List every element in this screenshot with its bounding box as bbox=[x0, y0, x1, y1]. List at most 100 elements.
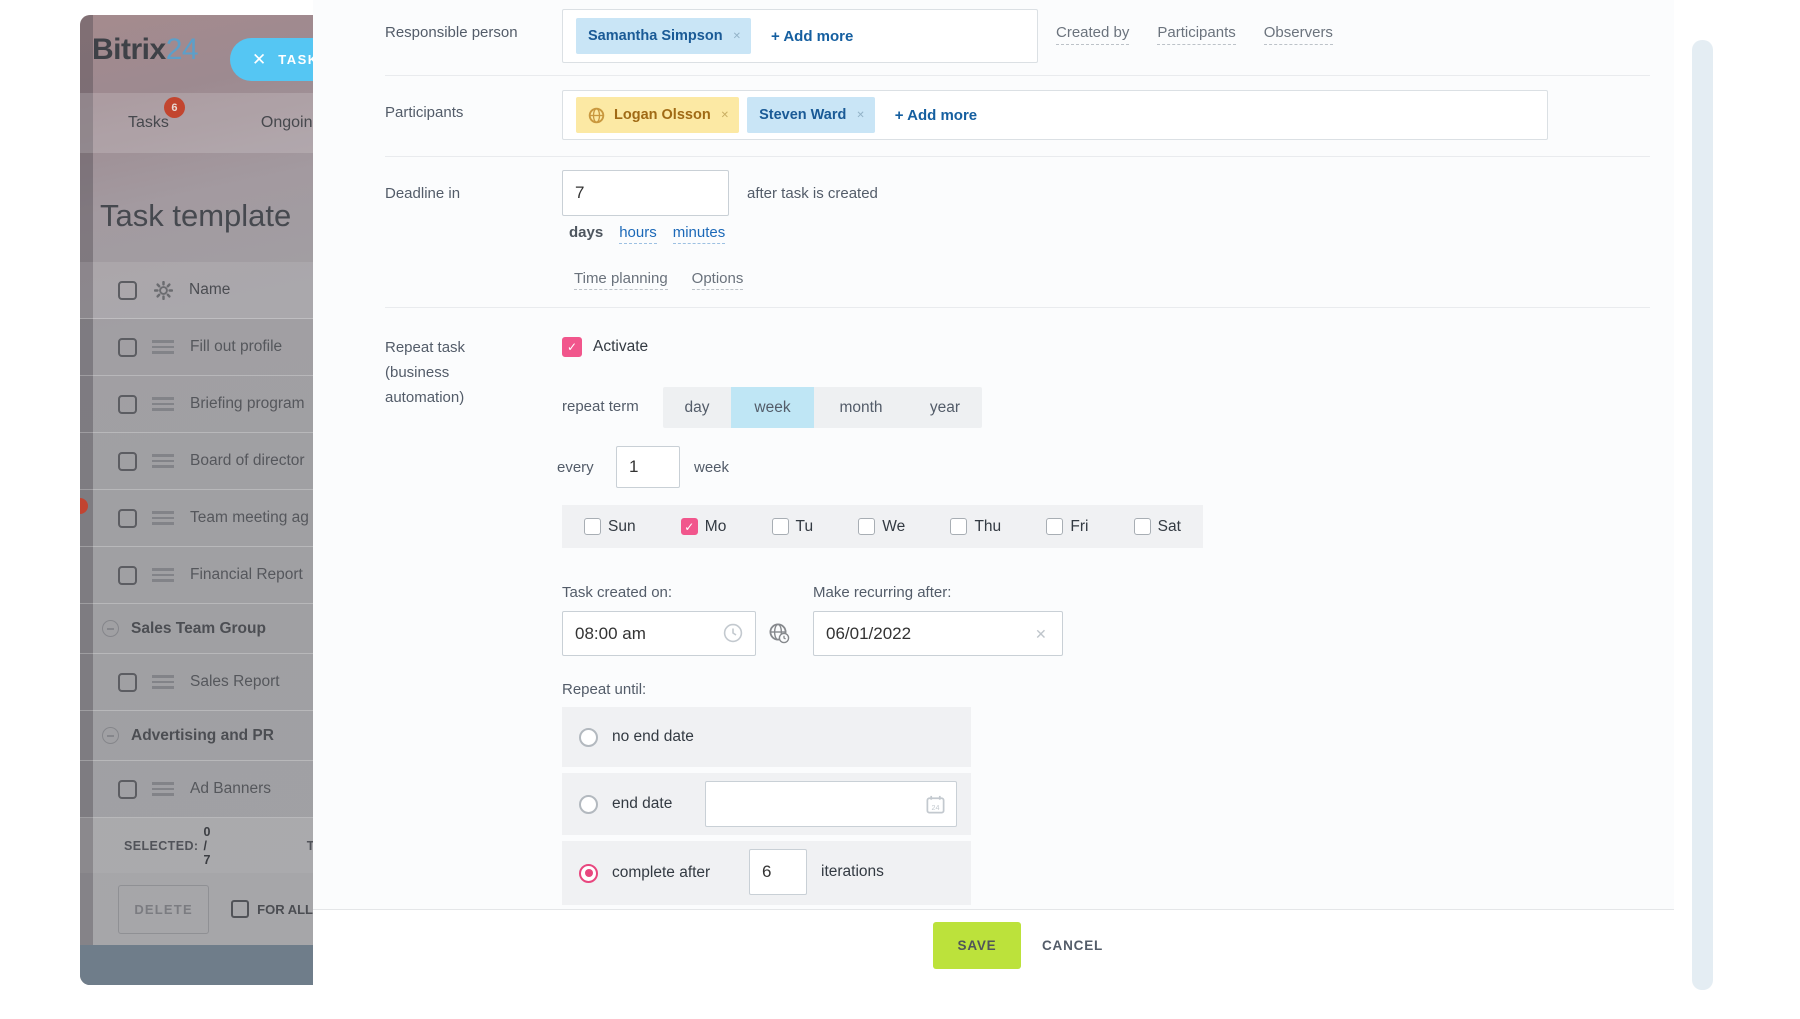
weekday-fri[interactable]: Fri bbox=[1046, 518, 1088, 536]
row-checkbox bbox=[118, 452, 137, 471]
scrollbar-track[interactable] bbox=[1692, 40, 1713, 990]
make-recurring-after-label: Make recurring after: bbox=[813, 584, 951, 601]
bottom-strip bbox=[80, 945, 313, 985]
participant-chip[interactable]: Steven Ward ✕ bbox=[747, 97, 875, 133]
group-row: Advertising and PR bbox=[80, 711, 313, 761]
background-tabs: Tasks 6 Ongoing bbox=[80, 93, 313, 153]
column-header-name: Name bbox=[189, 281, 230, 299]
weekday-mo[interactable]: ✓Mo bbox=[681, 518, 727, 536]
cancel-button[interactable]: CANCEL bbox=[1042, 922, 1103, 969]
drag-handle-icon bbox=[152, 779, 174, 799]
radio-no-end-date[interactable] bbox=[579, 728, 598, 747]
option-no-end-date[interactable]: no end date bbox=[562, 707, 971, 767]
participant-chip[interactable]: Logan Olsson ✕ bbox=[576, 97, 739, 133]
end-date-input[interactable] bbox=[705, 781, 957, 827]
options-link[interactable]: Options bbox=[692, 270, 744, 290]
activate-label: Activate bbox=[593, 338, 648, 356]
remove-chip-icon[interactable]: ✕ bbox=[733, 31, 741, 42]
table-row: Financial Report bbox=[80, 547, 313, 604]
svg-text:24: 24 bbox=[932, 804, 940, 812]
radio-end-date[interactable] bbox=[579, 795, 598, 814]
term-day[interactable]: day bbox=[663, 387, 731, 428]
for-all-option: FOR ALL bbox=[231, 900, 313, 918]
divider bbox=[385, 75, 1650, 76]
divider bbox=[385, 307, 1650, 308]
tab-observers[interactable]: Observers bbox=[1264, 24, 1333, 45]
every-value-input[interactable] bbox=[616, 446, 680, 488]
weekday-tu[interactable]: Tu bbox=[772, 518, 814, 536]
add-participant-button[interactable]: + Add more bbox=[895, 107, 977, 124]
unit-minutes[interactable]: minutes bbox=[673, 224, 726, 244]
row-checkbox bbox=[118, 780, 137, 799]
activate-checkbox[interactable]: ✓ bbox=[562, 337, 582, 357]
drag-handle-icon bbox=[152, 508, 174, 528]
table-row: Team meeting ag bbox=[80, 490, 313, 547]
term-year[interactable]: year bbox=[908, 387, 982, 428]
drag-handle-icon bbox=[152, 337, 174, 357]
row-checkbox bbox=[118, 673, 137, 692]
divider bbox=[385, 156, 1650, 157]
drag-handle-icon bbox=[152, 394, 174, 414]
participants-label: Participants bbox=[385, 104, 463, 121]
remove-chip-icon[interactable]: ✕ bbox=[721, 110, 729, 121]
every-label: every bbox=[557, 459, 594, 476]
weekday-bar: Sun ✓Mo Tu We Thu Fri Sat bbox=[562, 505, 1203, 548]
deadline-value-input[interactable] bbox=[562, 170, 729, 216]
row-checkbox bbox=[118, 566, 137, 585]
responsible-chip[interactable]: Samantha Simpson ✕ bbox=[576, 18, 751, 54]
task-template-form-panel: Responsible person Samantha Simpson ✕ + … bbox=[313, 0, 1674, 910]
weekday-thu[interactable]: Thu bbox=[950, 518, 1001, 536]
unit-days[interactable]: days bbox=[569, 224, 603, 241]
clock-icon[interactable] bbox=[723, 623, 743, 643]
calendar-icon[interactable]: 24 bbox=[925, 794, 946, 815]
collapse-icon bbox=[102, 620, 119, 637]
weekday-sat[interactable]: Sat bbox=[1134, 518, 1181, 536]
deadline-label: Deadline in bbox=[385, 185, 460, 202]
iterations-input[interactable] bbox=[749, 849, 807, 895]
unit-hours[interactable]: hours bbox=[619, 224, 657, 244]
for-all-checkbox bbox=[231, 900, 249, 918]
deadline-suffix: after task is created bbox=[747, 185, 878, 202]
role-tabs: Created by Participants Observers bbox=[1056, 24, 1333, 45]
table-row: Fill out profile bbox=[80, 319, 313, 376]
participants-field[interactable]: Logan Olsson ✕ Steven Ward ✕ + Add more bbox=[562, 90, 1548, 140]
table-row: Ad Banners bbox=[80, 761, 313, 818]
repeat-term-segmented: day week month year bbox=[663, 387, 982, 428]
close-icon[interactable]: ✕ bbox=[252, 51, 266, 68]
tab-tasks: Tasks 6 bbox=[128, 114, 169, 132]
tab-ongoing: Ongoing bbox=[261, 114, 313, 132]
responsible-person-field[interactable]: Samantha Simpson ✕ + Add more bbox=[562, 9, 1038, 63]
save-button[interactable]: SAVE bbox=[933, 922, 1021, 969]
add-responsible-button[interactable]: + Add more bbox=[771, 28, 853, 45]
selection-summary: SELECTED: 0 / 7 TOTAL bbox=[80, 818, 313, 873]
background-footer: DELETE FOR ALL bbox=[80, 873, 313, 945]
select-all-checkbox bbox=[118, 281, 137, 300]
remove-chip-icon[interactable]: ✕ bbox=[856, 110, 864, 121]
table-header-row: Name bbox=[80, 262, 313, 319]
close-slider-pill[interactable]: ✕ TASK bbox=[230, 38, 313, 81]
clear-date-icon[interactable]: ✕ bbox=[1035, 626, 1047, 643]
date-input[interactable] bbox=[813, 611, 1063, 656]
term-week[interactable]: week bbox=[731, 387, 814, 428]
bitrix24-logo: Bitrix24 bbox=[92, 33, 198, 67]
gear-icon bbox=[154, 281, 173, 300]
radio-complete-after[interactable] bbox=[579, 864, 598, 883]
repeat-task-label: Repeat task (business automation) bbox=[385, 335, 465, 410]
weekday-we[interactable]: We bbox=[858, 518, 905, 536]
collapse-icon bbox=[102, 727, 119, 744]
repeat-term-label: repeat term bbox=[562, 398, 639, 415]
term-month[interactable]: month bbox=[814, 387, 908, 428]
tab-participants[interactable]: Participants bbox=[1157, 24, 1235, 45]
background-task-list-panel: Bitrix24 Tasks 6 Ongoing Task template bbox=[80, 15, 313, 985]
tab-created-by[interactable]: Created by bbox=[1056, 24, 1129, 45]
group-row: Sales Team Group bbox=[80, 604, 313, 654]
time-planning-link[interactable]: Time planning bbox=[574, 270, 668, 290]
tasks-count-badge: 6 bbox=[164, 97, 185, 118]
page-title: Task template bbox=[100, 198, 291, 234]
iterations-label: iterations bbox=[821, 863, 884, 881]
weekday-sun[interactable]: Sun bbox=[584, 518, 636, 536]
row-checkbox bbox=[118, 509, 137, 528]
timezone-globe-icon[interactable] bbox=[768, 622, 790, 644]
every-unit-label: week bbox=[694, 459, 729, 476]
table-row: Briefing program bbox=[80, 376, 313, 433]
